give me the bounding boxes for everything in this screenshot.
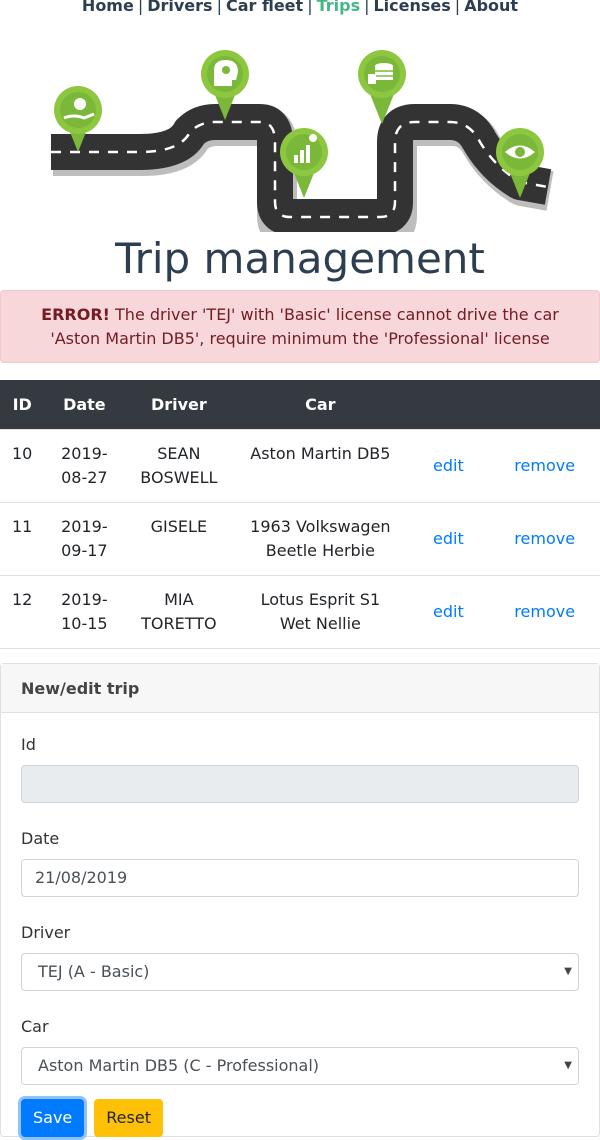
date-label: Date xyxy=(21,828,60,848)
column-header-remove xyxy=(489,380,600,429)
road-illustration xyxy=(51,50,554,232)
edit-cell: edit xyxy=(407,428,490,502)
nav-trips-link[interactable]: Trips xyxy=(317,0,361,15)
column-header-driver: Driver xyxy=(124,380,234,429)
id-label: Id xyxy=(21,734,36,754)
column-header-car: Car xyxy=(233,380,408,429)
driver-label: Driver xyxy=(21,922,71,942)
error-message: The driver 'TEJ' with 'Basic' license ca… xyxy=(50,305,559,348)
remove-cell: remove xyxy=(489,428,600,502)
reset-button[interactable]: Reset xyxy=(94,1098,163,1137)
column-header-date: Date xyxy=(44,380,125,429)
remove-cell: remove xyxy=(489,574,600,649)
driver-selected-value: TEJ (A - Basic) xyxy=(38,961,150,981)
car-select[interactable]: Aston Martin DB5 (C - Professional) ▼ xyxy=(21,1046,579,1085)
nav-licenses-link[interactable]: Licenses xyxy=(373,0,450,15)
car-selected-value: Aston Martin DB5 (C - Professional) xyxy=(38,1055,320,1075)
edit-link[interactable]: edit xyxy=(433,529,464,548)
table-row: 12 2019-10-15 MIA TORETTO Lotus Esprit S… xyxy=(0,574,600,649)
column-header-id: ID xyxy=(0,380,45,429)
nav-car-fleet-link[interactable]: Car fleet xyxy=(226,0,303,15)
nav-separator: | xyxy=(216,0,222,15)
trip-id: 11 xyxy=(0,501,45,575)
trip-form: Id Date 21/08/2019 Driver TEJ (A - Basic… xyxy=(1,713,599,1137)
road-map-illustration xyxy=(0,22,600,232)
nav-separator: | xyxy=(454,0,461,15)
edit-link[interactable]: edit xyxy=(433,602,464,621)
trip-car: Lotus Esprit S1 Wet Nellie xyxy=(233,574,408,649)
trip-driver: SEAN BOSWELL xyxy=(124,428,234,502)
edit-link[interactable]: edit xyxy=(433,456,464,475)
nav-separator: | xyxy=(307,0,313,15)
trip-date: 2019-09-17 xyxy=(44,501,125,575)
remove-cell: remove xyxy=(489,501,600,575)
chevron-down-icon: ▼ xyxy=(564,1059,572,1071)
error-label: ERROR! xyxy=(41,305,110,324)
date-field[interactable]: 21/08/2019 xyxy=(21,858,579,897)
table-header-row: ID Date Driver Car xyxy=(0,380,600,429)
trip-form-card: New/edit trip Id Date 21/08/2019 Driver … xyxy=(0,662,600,1137)
column-header-edit xyxy=(407,380,490,429)
remove-link[interactable]: remove xyxy=(514,602,575,621)
driver-select[interactable]: TEJ (A - Basic) ▼ xyxy=(21,952,579,991)
remove-link[interactable]: remove xyxy=(514,456,575,475)
edit-cell: edit xyxy=(407,574,490,649)
trip-car: Aston Martin DB5 xyxy=(233,428,408,502)
remove-link[interactable]: remove xyxy=(514,529,575,548)
nav-separator: | xyxy=(364,0,370,15)
chevron-down-icon: ▼ xyxy=(564,965,572,977)
trip-driver: GISELE xyxy=(124,501,234,575)
edit-cell: edit xyxy=(407,501,490,575)
id-field xyxy=(21,764,579,803)
nav-home-link[interactable]: Home xyxy=(82,0,134,15)
trip-id: 12 xyxy=(0,574,45,649)
page-title: Trip management xyxy=(115,234,485,283)
nav-drivers-link[interactable]: Drivers xyxy=(147,0,212,15)
top-nav: Home | Drivers | Car fleet | Trips | Licenses | Ab… xyxy=(0,0,600,22)
nav-about-link[interactable]: About xyxy=(464,0,518,15)
form-title: New/edit trip xyxy=(1,663,599,713)
save-button[interactable]: Save xyxy=(21,1098,85,1137)
form-actions: Save Reset xyxy=(21,1098,579,1137)
nav-separator: | xyxy=(137,0,144,15)
table-row: 10 2019-08-27 SEAN BOSWELL Aston Martin … xyxy=(0,428,600,502)
error-alert: ERROR! The driver 'TEJ' with 'Basic' lic… xyxy=(0,290,600,363)
table-row: 11 2019-09-17 GISELE 1963 Volkswagen Bee… xyxy=(0,501,600,575)
trips-table: ID Date Driver Car 10 2019-08-27 SEAN BO… xyxy=(0,380,600,649)
trip-date: 2019-10-15 xyxy=(44,574,125,649)
trip-car: 1963 Volkswagen Beetle Herbie xyxy=(233,501,408,575)
trip-id: 10 xyxy=(0,428,45,502)
car-label: Car xyxy=(21,1016,49,1036)
trip-date: 2019-08-27 xyxy=(44,428,125,502)
trip-driver: MIA TORETTO xyxy=(124,574,234,649)
